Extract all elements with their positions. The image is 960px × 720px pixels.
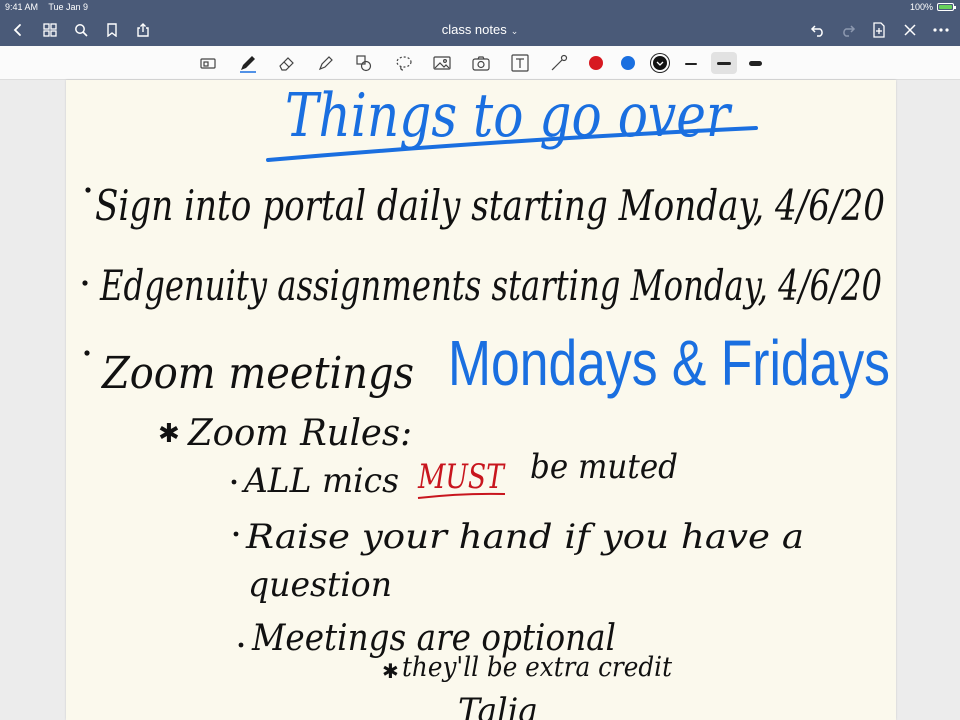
- bullet-dot: [82, 280, 88, 286]
- bullet-dot: [238, 642, 244, 648]
- rule-1-start: ALL mics: [241, 461, 399, 501]
- rule-2-line-1: Raise your hand if you have a: [245, 517, 804, 557]
- note-line-1: Sign into portal daily starting Monday, …: [95, 181, 885, 230]
- bullet-dot: [84, 350, 90, 356]
- rule-1-emphasis: MUST: [417, 457, 506, 497]
- rule-2-line-2: question: [248, 565, 392, 605]
- bullet-dot: [233, 531, 239, 537]
- bullet-dot: [85, 187, 91, 193]
- bullet-dot: [231, 479, 237, 485]
- signature: Talia: [458, 691, 538, 720]
- star-icon: ✱: [158, 419, 180, 449]
- note-line-3-prefix: Zoom meetings: [100, 348, 414, 399]
- note-line-3-highlight: Mondays & Fridays: [448, 327, 890, 399]
- star-icon: ✱: [382, 659, 399, 683]
- rule-3-note: they'll be extra credit: [402, 652, 672, 683]
- rule-1-end: be muted: [530, 447, 678, 487]
- rules-heading: Zoom Rules:: [187, 413, 412, 454]
- note-line-2: Edgenuity assignments starting Monday, 4…: [99, 261, 882, 310]
- handwriting-layer: Things to go over Sign into portal daily…: [82, 81, 890, 720]
